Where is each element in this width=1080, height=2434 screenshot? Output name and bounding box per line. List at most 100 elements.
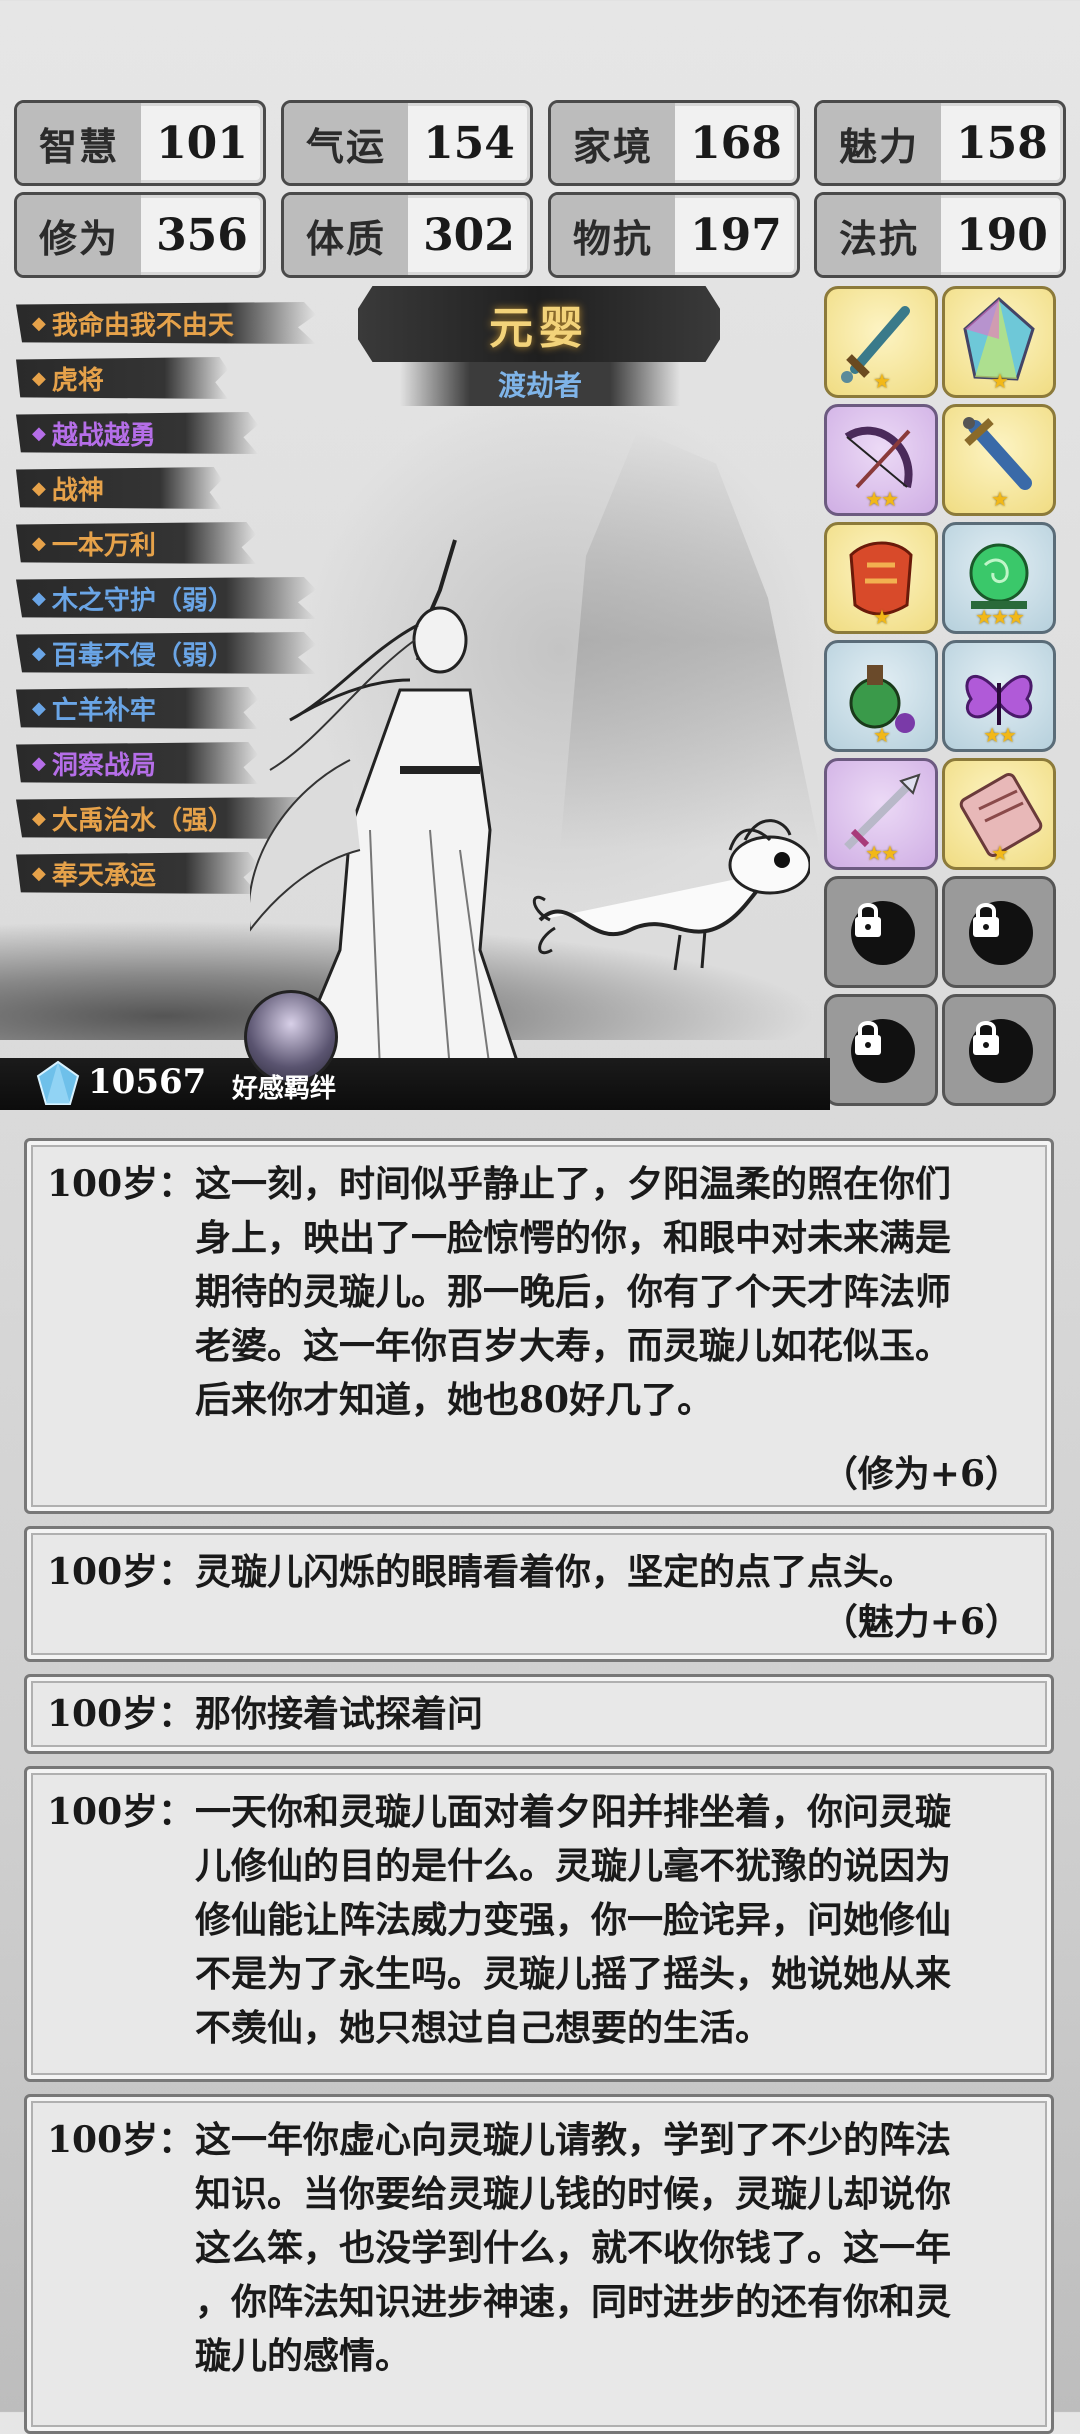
trait-name: 奉天承运 [51, 860, 156, 891]
lock-icon [969, 1019, 1033, 1083]
log-entry: 100岁： 这一刻，时间似乎静止了，夕阳温柔的照在你们 身上，映出了一脸惊愕的你… [24, 1138, 1054, 1514]
log-entry: 100岁： 这一年你虚心向灵璇儿请教，学到了不少的阵法 知识。当你要给灵璇儿钱的… [24, 2094, 1054, 2434]
entry-line: 老婆。这一年你百岁大寿，而灵璇儿如花似玉。 [195, 1325, 952, 1367]
trait-tag[interactable]: ◆ 一本万利 [16, 522, 256, 564]
stat-label: 智慧 [17, 103, 141, 183]
stat-value: 302 [423, 209, 515, 261]
item-slot-scroll[interactable]: ★ [942, 758, 1056, 870]
stat-magic-resist: 法抗 190 [814, 192, 1066, 278]
entry-age: 100岁： [47, 1551, 195, 1593]
trait-name: 百毒不侵（弱） [51, 640, 234, 671]
item-slot-orb[interactable]: ★★★ [942, 522, 1056, 634]
stat-value: 197 [690, 209, 782, 261]
trait-name: 虎将 [51, 365, 104, 396]
trait-name: 大禹治水（强） [51, 805, 234, 836]
log-entry: 100岁： 那你接着试探着问 [24, 1674, 1054, 1754]
log-entry: 100岁： 灵璇儿闪烁的眼睛看着你，坚定的点了点头。 （魅力+6） [24, 1526, 1054, 1662]
stat-constitution: 体质 302 [281, 192, 533, 278]
trait-tag[interactable]: ◆ 亡羊补牢 [16, 687, 258, 729]
diamond-bullet-icon: ◆ [32, 477, 46, 499]
log-entry: 100岁： 一天你和灵璇儿面对着夕阳并排坐着，你问灵璇 儿修仙的目的是什么。灵璇… [24, 1766, 1054, 2082]
trait-tag[interactable]: ◆ 洞察战局 [16, 742, 258, 784]
entry-line: 不羡仙，她只想过自己想要的生活。 [195, 2007, 772, 2049]
item-slot-locked[interactable] [824, 994, 938, 1106]
entry-age: 100岁： [47, 1791, 195, 1833]
gem-count: 10567 [88, 1062, 207, 1102]
entry-line: 璇儿的感情。 [195, 2335, 412, 2377]
stat-label: 法抗 [817, 195, 941, 275]
entry-gain: （修为+6） [821, 1453, 1021, 1495]
item-slot-crystal[interactable]: ★ [942, 286, 1056, 398]
character-scene: ◆ 我命由我不由天 ◆ 虎将 ◆ 越战越勇 ◆ 战神 ◆ 一本万利 ◆ 木之守护（弱） ◆ 百… [0, 280, 1080, 1110]
stat-cultivation: 修为 356 [14, 192, 266, 278]
trait-name: 我命由我不由天 [51, 310, 234, 341]
rarity-stars: ★ [991, 841, 1009, 865]
item-slot-locked[interactable] [942, 876, 1056, 988]
item-slot-dagger[interactable]: ★ [942, 404, 1056, 516]
entry-line: 灵璇儿闪烁的眼睛看着你，坚定的点了点头。 [195, 1551, 916, 1593]
realm-title: 元婴 [358, 286, 720, 362]
trait-name: 战神 [51, 475, 104, 506]
diamond-bullet-icon: ◆ [32, 312, 46, 334]
rarity-stars: ★ [873, 723, 891, 747]
item-slot-sword[interactable]: ★ [824, 286, 938, 398]
realm-subtitle: 渡劫者 [400, 362, 680, 406]
stat-value: 168 [690, 117, 782, 169]
bond-label[interactable]: 好感羁绊 [232, 1068, 336, 1105]
rarity-stars: ★ [991, 487, 1009, 511]
trait-tag[interactable]: ◆ 奉天承运 [16, 852, 258, 894]
stat-value: 190 [956, 209, 1048, 261]
rarity-stars: ★★ [865, 841, 899, 865]
stat-label: 家境 [551, 103, 675, 183]
entry-line: 身上，映出了一脸惊愕的你，和眼中对未来满是 [195, 1217, 952, 1259]
trait-tag[interactable]: ◆ 战神 [16, 467, 222, 509]
stat-label: 体质 [284, 195, 408, 275]
diamond-icon [36, 1060, 80, 1105]
trait-name: 亡羊补牢 [51, 695, 156, 726]
stat-luck: 气运 154 [281, 100, 533, 186]
rarity-stars: ★ [991, 369, 1009, 393]
stat-label: 魅力 [817, 103, 941, 183]
item-slot-butterfly[interactable]: ★★ [942, 640, 1056, 752]
entry-line: 不是为了永生吗。灵璇儿摇了摇头，她说她从来 [195, 1953, 952, 1995]
stat-physical-resist: 物抗 197 [548, 192, 800, 278]
item-slot-locked[interactable] [942, 994, 1056, 1106]
stat-label: 修为 [17, 195, 141, 275]
entry-line: 期待的灵璇儿。那一晚后，你有了个天才阵法师 [195, 1271, 952, 1313]
trait-name: 洞察战局 [51, 750, 156, 781]
rarity-stars: ★ [873, 605, 891, 629]
trait-tag[interactable]: ◆ 我命由我不由天 [16, 302, 316, 344]
item-slot-locked[interactable] [824, 876, 938, 988]
diamond-bullet-icon: ◆ [32, 642, 46, 664]
item-slot-potion[interactable]: ★ [824, 640, 938, 752]
item-slot-bow[interactable]: ★★ [824, 404, 938, 516]
stat-value: 356 [156, 209, 248, 261]
diamond-bullet-icon: ◆ [32, 587, 46, 609]
entry-line: 儿修仙的目的是什么。灵璇儿毫不犹豫的说因为 [195, 1845, 952, 1887]
entry-line: 这一年你虚心向灵璇儿请教，学到了不少的阵法 [195, 2119, 952, 2161]
stat-value: 158 [956, 117, 1048, 169]
entry-line: 一天你和灵璇儿面对着夕阳并排坐着，你问灵璇 [195, 1791, 952, 1833]
entry-line: 修仙能让阵法威力变强，你一脸诧异，问她修仙 [195, 1899, 952, 1941]
entry-age: 100岁： [47, 2119, 195, 2161]
diamond-bullet-icon: ◆ [32, 367, 46, 389]
rarity-stars: ★★ [983, 723, 1017, 747]
diamond-bullet-icon: ◆ [32, 697, 46, 719]
trait-name: 越战越勇 [51, 420, 156, 451]
trait-tag[interactable]: ◆ 虎将 [16, 357, 228, 399]
item-slot-spear[interactable]: ★★ [824, 758, 938, 870]
entry-line: 知识。当你要给灵璇儿钱的时候，灵璇儿却说你 [195, 2173, 952, 2215]
stat-value: 154 [423, 117, 515, 169]
entry-gain: （魅力+6） [821, 1601, 1021, 1643]
stat-family: 家境 168 [548, 100, 800, 186]
entry-age: 100岁： [47, 1693, 195, 1735]
entry-line: ，你阵法知识进步神速，同时进步的还有你和灵 [195, 2281, 952, 2323]
lock-icon [851, 901, 915, 965]
rarity-stars: ★ [873, 369, 891, 393]
entry-age: 100岁： [47, 1163, 195, 1205]
trait-tag[interactable]: ◆ 越战越勇 [16, 412, 258, 454]
stat-wisdom: 智慧 101 [14, 100, 266, 186]
diamond-bullet-icon: ◆ [32, 862, 46, 884]
rarity-stars: ★★ [865, 487, 899, 511]
item-slot-armor[interactable]: ★ [824, 522, 938, 634]
